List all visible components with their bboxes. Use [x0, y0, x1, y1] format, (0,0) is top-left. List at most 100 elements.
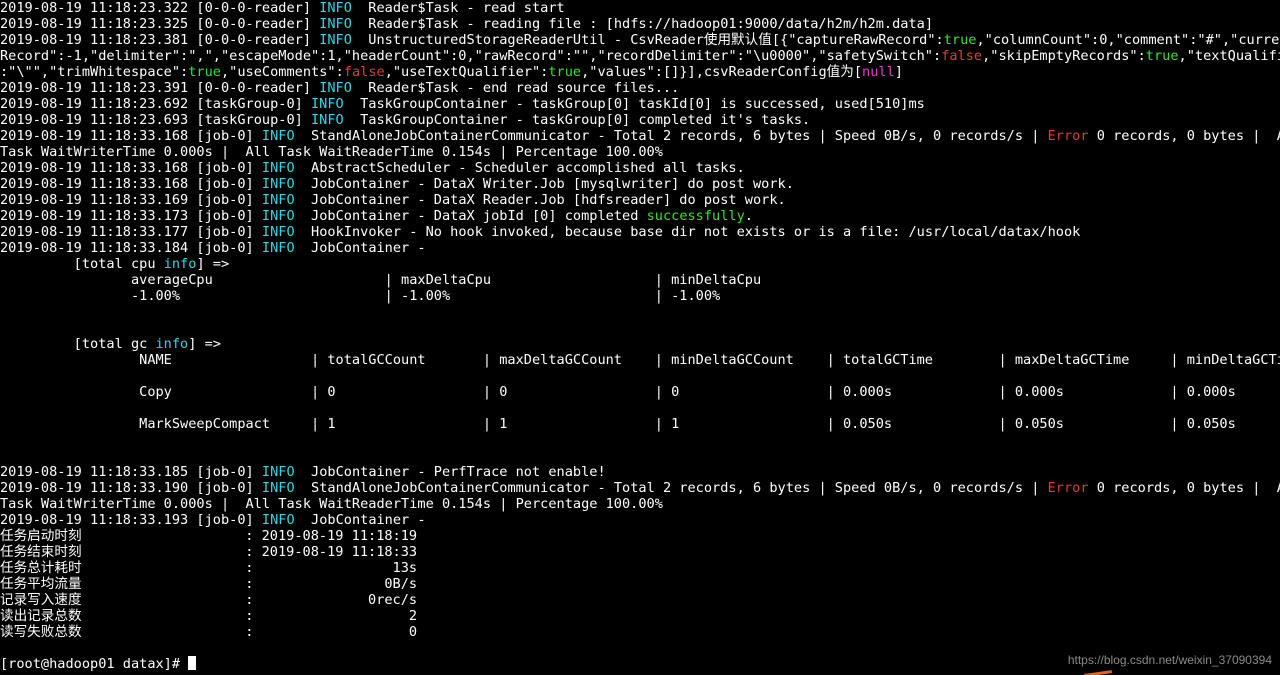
log-token: INFO [319, 0, 352, 16]
log-text: Reader$Task - read start [351, 0, 565, 16]
log-text: :"\"","trimWhitespace": [0, 64, 189, 80]
log-text: Task WaitWriterTime 0.000s | All Task Wa… [0, 144, 663, 160]
log-token: info [155, 336, 189, 352]
log-token: INFO [261, 192, 295, 208]
log-text: 2019-08-19 11:18:23.693 [taskGroup-0] [0, 112, 311, 128]
log-token: true [188, 64, 221, 80]
log-text: 2019-08-19 11:18:33.168 [job-0] [0, 128, 262, 144]
log-line: 任务启动时刻 : 2019-08-19 11:18:19 [0, 528, 1280, 544]
log-text: TaskGroupContainer - taskGroup[0] comple… [343, 112, 811, 128]
log-token: INFO [319, 32, 352, 48]
log-text: 任务平均流量 : 0B/s [0, 576, 418, 592]
log-line: MarkSweepCompact | 1 | 1 | 1 | 0.050s | … [0, 416, 1280, 432]
log-line: Record":-1,"delimiter":",","escapeMode":… [0, 48, 1280, 64]
log-line: Copy | 0 | 0 | 0 | 0.000s | 0.000s | 0.0… [0, 384, 1280, 400]
log-output: 2019-08-19 11:18:23.322 [0-0-0-reader] I… [0, 0, 1280, 656]
log-text: 2019-08-19 11:18:23.692 [taskGroup-0] [0, 96, 311, 112]
log-line: 任务平均流量 : 0B/s [0, 576, 1280, 592]
log-text: JobContainer - [294, 512, 426, 528]
log-text: 2019-08-19 11:18:33.173 [job-0] [0, 208, 262, 224]
log-text: 记录写入速度 : 0rec/s [0, 592, 418, 608]
log-text: JobContainer - [294, 240, 426, 256]
log-text: 2019-08-19 11:18:23.391 [0-0-0-reader] [0, 80, 320, 96]
log-text: [total cpu [0, 256, 164, 272]
log-text: 读出记录总数 : 2 [0, 608, 418, 624]
log-token: INFO [319, 80, 352, 96]
log-text: Reader$Task - reading file : [hdfs://had… [351, 16, 934, 32]
text-cursor [188, 656, 197, 670]
log-text: 2019-08-19 11:18:33.184 [job-0] [0, 240, 262, 256]
log-text: 0 records, 0 bytes | All [1096, 480, 1280, 496]
log-line: 2019-08-19 11:18:33.169 [job-0] INFO Job… [0, 192, 1280, 208]
log-token: info [163, 256, 197, 272]
log-text: ] => [196, 256, 230, 272]
log-token: INFO [261, 160, 295, 176]
log-token: successfully [646, 208, 745, 224]
log-text: ] [894, 64, 903, 80]
log-line: 2019-08-19 11:18:33.193 [job-0] INFO Job… [0, 512, 1280, 528]
log-line: 记录写入速度 : 0rec/s [0, 592, 1280, 608]
shell-prompt: [root@hadoop01 datax]# [0, 656, 189, 672]
log-token: INFO [261, 512, 295, 528]
log-text: averageCpu | maxDeltaCpu | minDeltaCpu [0, 272, 762, 288]
log-token: false [941, 48, 983, 64]
log-line: -1.00% | -1.00% | -1.00% [0, 288, 1280, 304]
log-text: 任务结束时刻 : 2019-08-19 11:18:33 [0, 544, 418, 560]
log-text: ,"values":[]}],csvReaderConfig值为[ [581, 64, 863, 80]
log-text: 2019-08-19 11:18:23.325 [0-0-0-reader] [0, 16, 320, 32]
log-line: 2019-08-19 11:18:33.168 [job-0] INFO Job… [0, 176, 1280, 192]
log-token: Error [1047, 128, 1089, 144]
log-token: INFO [261, 240, 295, 256]
log-line: 2019-08-19 11:18:23.381 [0-0-0-reader] I… [0, 32, 1280, 48]
log-line: 任务结束时刻 : 2019-08-19 11:18:33 [0, 544, 1280, 560]
log-token: null [862, 64, 895, 80]
log-line: 2019-08-19 11:18:23.325 [0-0-0-reader] I… [0, 16, 1280, 32]
log-line: 2019-08-19 11:18:23.693 [taskGroup-0] IN… [0, 112, 1280, 128]
log-text: 2019-08-19 11:18:33.185 [job-0] [0, 464, 262, 480]
terminal-window[interactable]: 2019-08-19 11:18:23.322 [0-0-0-reader] I… [0, 0, 1280, 675]
log-text: 2019-08-19 11:18:33.168 [job-0] [0, 160, 262, 176]
log-token: INFO [319, 16, 352, 32]
log-text: 2019-08-19 11:18:23.381 [0-0-0-reader] [0, 32, 320, 48]
log-line: 2019-08-19 11:18:33.168 [job-0] INFO Sta… [0, 128, 1280, 144]
log-token: INFO [311, 112, 344, 128]
log-token: INFO [261, 128, 295, 144]
log-text: JobContainer - DataX Reader.Job [hdfsrea… [294, 192, 786, 208]
log-line: 2019-08-19 11:18:33.177 [job-0] INFO Hoo… [0, 224, 1280, 240]
log-line: 2019-08-19 11:18:33.185 [job-0] INFO Job… [0, 464, 1280, 480]
log-text: JobContainer - DataX jobId [0] completed [294, 208, 647, 224]
log-text: 2019-08-19 11:18:33.177 [job-0] [0, 224, 262, 240]
log-text: 任务总计耗时 : 13s [0, 560, 418, 576]
log-text: NAME | totalGCCount | maxDeltaGCCount | … [0, 352, 1280, 368]
log-text: JobContainer - PerfTrace not enable! [294, 464, 606, 480]
log-text: 0 records, 0 bytes | All [1096, 128, 1280, 144]
log-token: INFO [311, 96, 344, 112]
log-line: [total gc info] => [0, 336, 1280, 352]
log-line: Task WaitWriterTime 0.000s | All Task Wa… [0, 144, 1280, 160]
log-text: ,"useComments": [221, 64, 344, 80]
log-text: Reader$Task - end read source files... [351, 80, 680, 96]
log-line: NAME | totalGCCount | maxDeltaGCCount | … [0, 352, 1280, 368]
log-text: -1.00% | -1.00% | -1.00% [0, 288, 721, 304]
log-line: 读写失败总数 : 0 [0, 624, 1280, 640]
log-line: 2019-08-19 11:18:33.168 [job-0] INFO Abs… [0, 160, 1280, 176]
log-token: INFO [261, 224, 295, 240]
log-line: 2019-08-19 11:18:23.692 [taskGroup-0] IN… [0, 96, 1280, 112]
log-text: [total gc [0, 336, 156, 352]
log-token: Error [1047, 480, 1089, 496]
log-line: averageCpu | maxDeltaCpu | minDeltaCpu [0, 272, 1280, 288]
log-text: TaskGroupContainer - taskGroup[0] taskId… [343, 96, 925, 112]
log-line: Task WaitWriterTime 0.000s | All Task Wa… [0, 496, 1280, 512]
log-text: JobContainer - DataX Writer.Job [mysqlwr… [294, 176, 794, 192]
log-token: INFO [261, 176, 295, 192]
log-line: [total cpu info] => [0, 256, 1280, 272]
log-text: AbstractScheduler - Scheduler accomplish… [294, 160, 745, 176]
log-line: 2019-08-19 11:18:23.322 [0-0-0-reader] I… [0, 0, 1280, 16]
log-text: Copy | 0 | 0 | 0 | 0.000s | 0.000s | 0.0… [0, 384, 1236, 400]
log-text: StandAloneJobContainerCommunicator - Tot… [294, 128, 1048, 144]
log-line: 2019-08-19 11:18:33.173 [job-0] INFO Job… [0, 208, 1280, 224]
